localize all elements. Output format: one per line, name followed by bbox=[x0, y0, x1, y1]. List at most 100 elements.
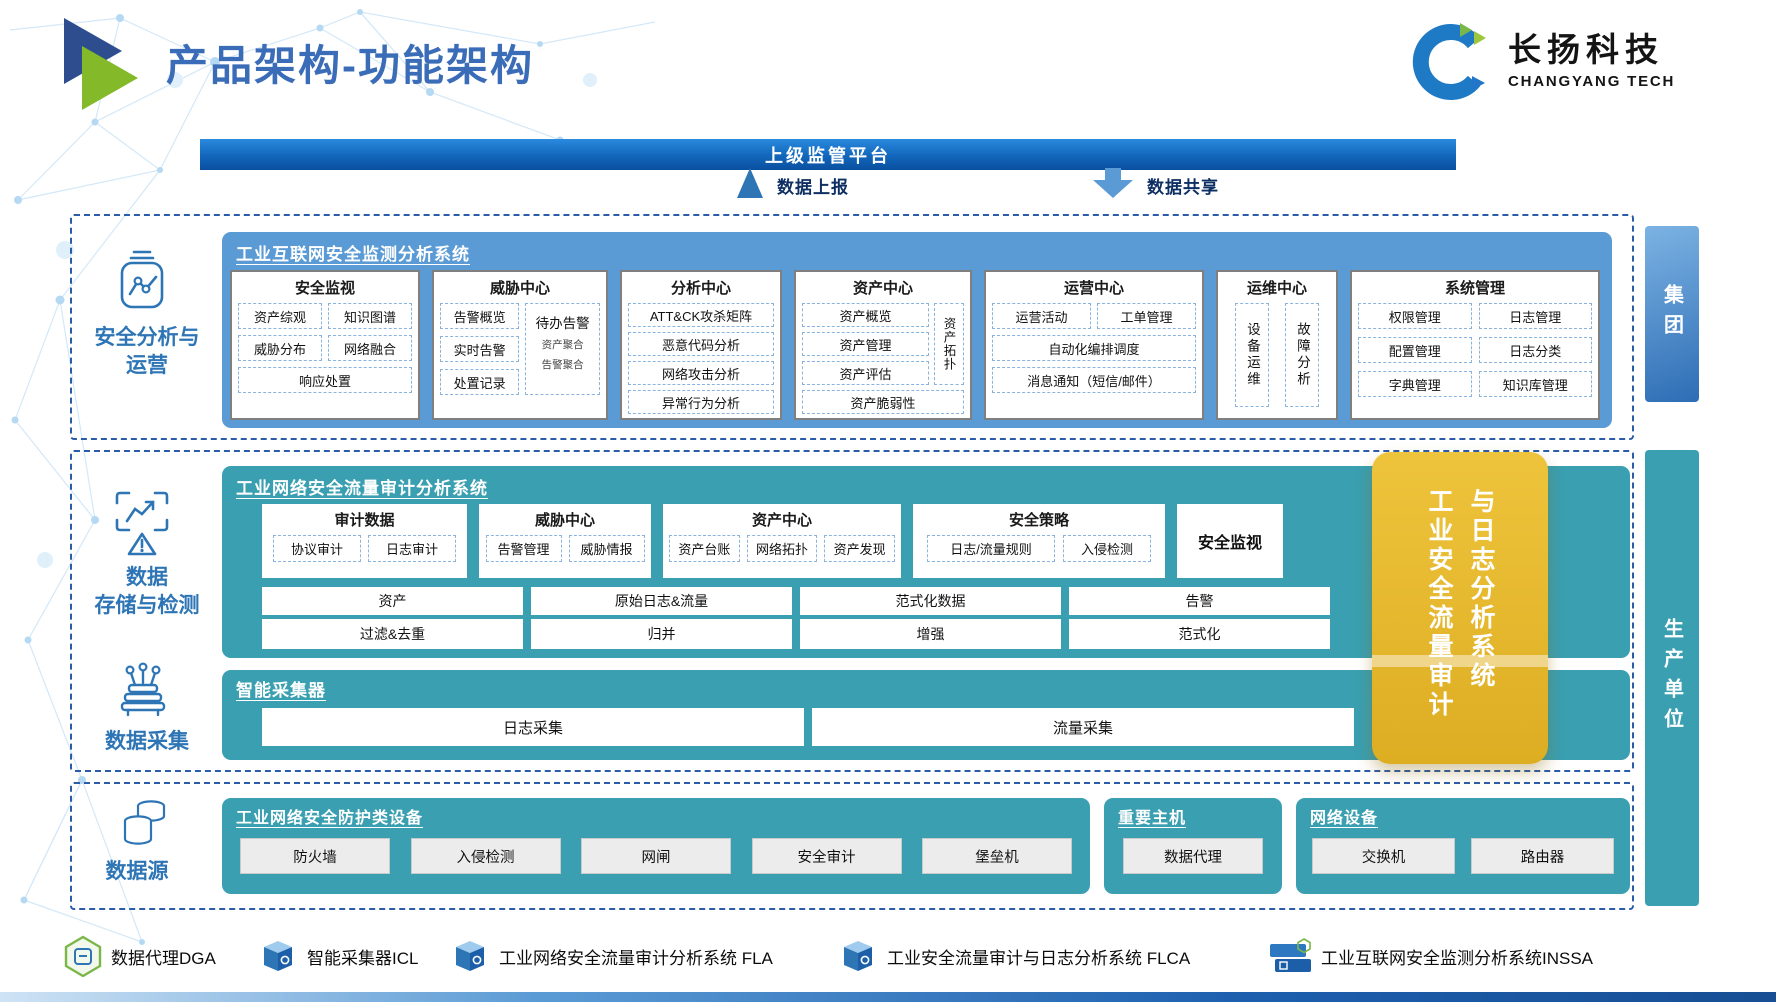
module-title: 运营中心 bbox=[992, 277, 1196, 298]
module-item: 响应处置 bbox=[238, 367, 412, 393]
module-threat-center: 威胁中心 告警概览 实时告警 处置记录 待办告警 资产聚合 告警聚合 bbox=[432, 270, 608, 420]
device-item: 路由器 bbox=[1471, 838, 1614, 874]
module-item: 日志/流量规则 bbox=[927, 535, 1055, 562]
data-row-cell: 原始日志&流量 bbox=[531, 587, 792, 615]
slide-canvas: 产品架构-功能架构 长扬科技 CHANGYANG TECH 上级监管平台 数据上… bbox=[0, 0, 1776, 1002]
module-items: 告警管理 威胁情报 bbox=[485, 535, 645, 562]
module-item: 资产综观 bbox=[238, 303, 322, 329]
module-item: 网络拓扑 bbox=[747, 535, 818, 562]
sidebar-production-label: 生产单位 bbox=[1658, 618, 1687, 738]
module-title: 安全策略 bbox=[919, 509, 1159, 530]
module-item: 设备运维 bbox=[1235, 303, 1269, 407]
panel-network-title: 网络设备 bbox=[1310, 804, 1630, 828]
label-line: 数据 bbox=[72, 564, 222, 592]
legend-label: 工业互联网安全监测分析系统INSSA bbox=[1321, 944, 1593, 969]
module-items: 资产概览 资产管理 资产评估 资产拓扑 bbox=[802, 303, 964, 385]
legend-label: 工业安全流量审计与日志分析系统 FLCA bbox=[887, 944, 1190, 969]
module-title: 资产中心 bbox=[802, 277, 964, 298]
cube-flca-icon bbox=[838, 938, 878, 974]
module-items: 资产台账 网络拓扑 资产发现 bbox=[669, 535, 895, 562]
database-icon bbox=[118, 796, 170, 856]
module-item: 知识图谱 bbox=[328, 303, 412, 329]
collector-item: 流量采集 bbox=[812, 708, 1354, 746]
overlay-stripe bbox=[1372, 655, 1548, 667]
analysis-jar-icon bbox=[114, 248, 170, 312]
data-row-cell: 范式化 bbox=[1069, 619, 1330, 649]
module-audit-data: 审计数据 协议审计 日志审计 bbox=[262, 504, 467, 578]
panel-inssa-icon bbox=[1266, 937, 1312, 975]
todo-alarm-sub: 资产聚合 bbox=[542, 337, 584, 352]
legend-item-inssa: 工业互联网安全监测分析系统INSSA bbox=[1266, 934, 1593, 978]
storage-detection-icon bbox=[114, 490, 170, 560]
brand-logo: 长扬科技 CHANGYANG TECH bbox=[1408, 18, 1675, 104]
legend-item-dga: 数据代理DGA bbox=[64, 934, 216, 978]
overlay-flca-title: 工业安全流量审计与日志分析系统 bbox=[1418, 488, 1502, 728]
label-line: 存储与检测 bbox=[72, 592, 222, 620]
module-item: 入侵检测 bbox=[1063, 535, 1151, 562]
module-item: 字典管理 bbox=[1358, 371, 1472, 397]
module-item: 运营活动 bbox=[992, 303, 1091, 329]
sidebar-production-unit: 生产单位 bbox=[1645, 450, 1699, 906]
module-title: 审计数据 bbox=[268, 509, 461, 530]
module-item-asset-topology: 资产拓扑 bbox=[934, 303, 964, 385]
data-row-processes: 过滤&去重 归并 增强 范式化 bbox=[262, 619, 1330, 649]
region-label-security-analysis: 安全分析与 运营 bbox=[72, 324, 222, 381]
module-item: 处置记录 bbox=[440, 369, 519, 395]
module-item: 实时告警 bbox=[440, 336, 519, 362]
panel-network-devices: 网络设备 交换机 路由器 bbox=[1296, 798, 1630, 894]
module-title: 威胁中心 bbox=[485, 509, 645, 530]
label-line: 运营 bbox=[72, 352, 222, 380]
brand-name-en: CHANGYANG TECH bbox=[1508, 73, 1675, 90]
legend-label: 数据代理DGA bbox=[111, 944, 216, 969]
module-item: 资产管理 bbox=[802, 332, 929, 356]
module-item: 威胁情报 bbox=[569, 535, 645, 562]
region-label-data-collection: 数据采集 bbox=[72, 728, 222, 756]
data-row-cell: 增强 bbox=[800, 619, 1061, 649]
panel-important-hosts: 重要主机 数据代理 bbox=[1104, 798, 1282, 894]
brand-text: 长扬科技 CHANGYANG TECH bbox=[1508, 32, 1675, 89]
panel-hosts-title: 重要主机 bbox=[1118, 804, 1282, 828]
module-item: 工单管理 bbox=[1097, 303, 1196, 329]
legend-label: 智能采集器ICL bbox=[307, 944, 418, 969]
data-row-cell: 范式化数据 bbox=[800, 587, 1061, 615]
module-title: 安全监视 bbox=[238, 277, 412, 298]
panel-inssa: 工业互联网安全监测分析系统 安全监视 资产综观 知识图谱 威胁分布 网络融合 响… bbox=[222, 232, 1612, 428]
region-label-data-source: 数据源 bbox=[72, 858, 202, 886]
module-system-management: 系统管理 权限管理 日志管理 配置管理 日志分类 字典管理 知识库管理 bbox=[1350, 270, 1600, 420]
todo-alarm-sub: 告警聚合 bbox=[542, 357, 584, 372]
module-item: 告警管理 bbox=[486, 535, 562, 562]
threat-left-column: 告警概览 实时告警 处置记录 bbox=[440, 303, 519, 395]
module-analysis-center: 分析中心 ATT&CK攻杀矩阵 恶意代码分析 网络攻击分析 异常行为分析 bbox=[620, 270, 782, 420]
module-item: 日志审计 bbox=[368, 535, 456, 562]
module-items: 资产综观 知识图谱 威胁分布 网络融合 响应处置 bbox=[238, 303, 412, 393]
cube-fla-icon bbox=[450, 938, 490, 974]
module-threat-center-2: 威胁中心 告警管理 威胁情报 bbox=[479, 504, 651, 578]
brand-name-cn: 长扬科技 bbox=[1508, 32, 1675, 68]
device-item: 防火墙 bbox=[240, 838, 390, 874]
module-item: 故障分析 bbox=[1285, 303, 1319, 407]
module-item: 配置管理 bbox=[1358, 337, 1472, 363]
module-title: 安全监视 bbox=[1198, 529, 1262, 553]
legend-item-flca: 工业安全流量审计与日志分析系统 FLCA bbox=[838, 934, 1190, 978]
module-item: 资产脆弱性 bbox=[802, 390, 964, 414]
brand-c-icon bbox=[1408, 18, 1494, 104]
module-items: 权限管理 日志管理 配置管理 日志分类 字典管理 知识库管理 bbox=[1358, 303, 1592, 397]
panel-inssa-title: 工业互联网安全监测分析系统 bbox=[236, 240, 1612, 265]
module-item: ATT&CK攻杀矩阵 bbox=[628, 303, 774, 327]
module-items: ATT&CK攻杀矩阵 恶意代码分析 网络攻击分析 异常行为分析 bbox=[628, 303, 774, 414]
legend-item-fla: 工业网络安全流量审计分析系统 FLA bbox=[450, 934, 773, 978]
module-item: 网络攻击分析 bbox=[628, 361, 774, 385]
platform-banner-label: 上级监管平台 bbox=[765, 142, 891, 168]
data-row-cell: 资产 bbox=[262, 587, 523, 615]
overlay-flca-system: 工业安全流量审计与日志分析系统 bbox=[1372, 452, 1548, 764]
module-title: 威胁中心 bbox=[440, 277, 600, 298]
collector-item: 日志采集 bbox=[262, 708, 804, 746]
network-items: 交换机 路由器 bbox=[1312, 838, 1614, 874]
module-items: 运营活动 工单管理 自动化编排调度 消息通知（短信/邮件） bbox=[992, 303, 1196, 393]
data-row-cell: 归并 bbox=[531, 619, 792, 649]
module-item: 威胁分布 bbox=[238, 335, 322, 361]
arrow-down-icon bbox=[1093, 168, 1133, 198]
device-item: 交换机 bbox=[1312, 838, 1455, 874]
module-om-center: 运维中心 设备运维 故障分析 bbox=[1216, 270, 1338, 420]
cube-collector-icon bbox=[258, 938, 298, 974]
